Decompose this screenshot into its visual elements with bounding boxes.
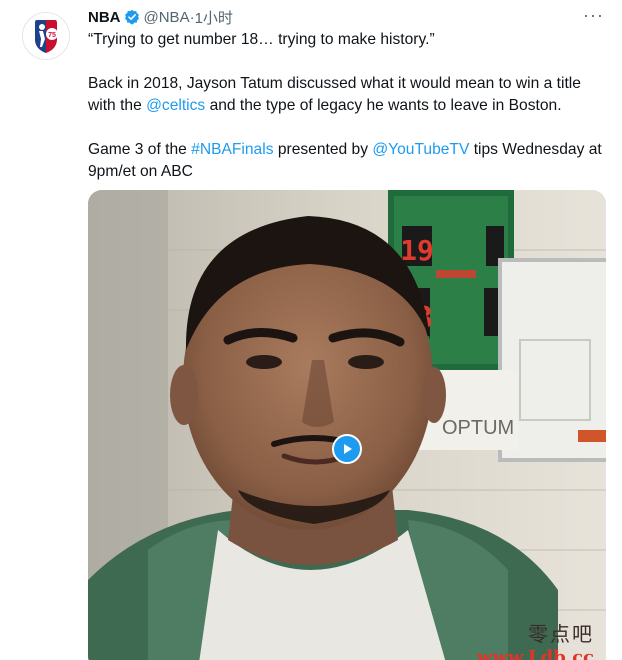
watermark: 零点吧 www.Ldb.cc [477, 618, 594, 660]
sign-text: OPTUM [442, 417, 514, 439]
para2-text-b: and the type of legacy he wants to leave… [205, 97, 562, 114]
nba-75-logo-icon: 75 [35, 20, 58, 53]
video-thumbnail: 19 13 OPTUM [88, 190, 606, 660]
para3-text-b: presented by [273, 141, 373, 158]
mention-celtics-link[interactable]: @celtics [146, 97, 205, 114]
avatar-text: 75 [48, 32, 56, 39]
play-icon[interactable] [332, 434, 362, 464]
more-options-icon[interactable]: ··· [583, 6, 604, 24]
tweet-text: “Trying to get number 18… trying to make… [88, 29, 610, 183]
author-handle[interactable]: @NBA [144, 9, 190, 26]
watermark-url: www.Ldb.cc [477, 647, 594, 660]
tweet-quote: “Trying to get number 18… trying to make… [88, 31, 435, 48]
author-name[interactable]: NBA [88, 9, 121, 26]
tweet-paragraph-2: Back in 2018, Jayson Tatum discussed wha… [88, 73, 610, 117]
avatar[interactable]: 75 [22, 12, 70, 60]
mention-youtubetv-link[interactable]: @YouTubeTV [372, 141, 469, 158]
scoreboard-digit-1: 19 [400, 234, 434, 267]
verified-badge-icon [124, 9, 140, 25]
tweet-paragraph-3: Game 3 of the #NBAFinals presented by @Y… [88, 139, 610, 183]
tweet-timestamp[interactable]: 1小时 [195, 7, 233, 28]
video-player[interactable]: 19 13 OPTUM [88, 190, 606, 660]
hashtag-nbafinals-link[interactable]: #NBAFinals [191, 141, 273, 158]
tweet-header: NBA @NBA · 1小时 [88, 6, 602, 28]
watermark-cn: 零点吧 [528, 622, 594, 646]
tweet-card[interactable]: 75 NBA @NBA · 1小时 ··· “Trying to get num… [0, 0, 622, 660]
para3-text-a: Game 3 of the [88, 141, 192, 158]
